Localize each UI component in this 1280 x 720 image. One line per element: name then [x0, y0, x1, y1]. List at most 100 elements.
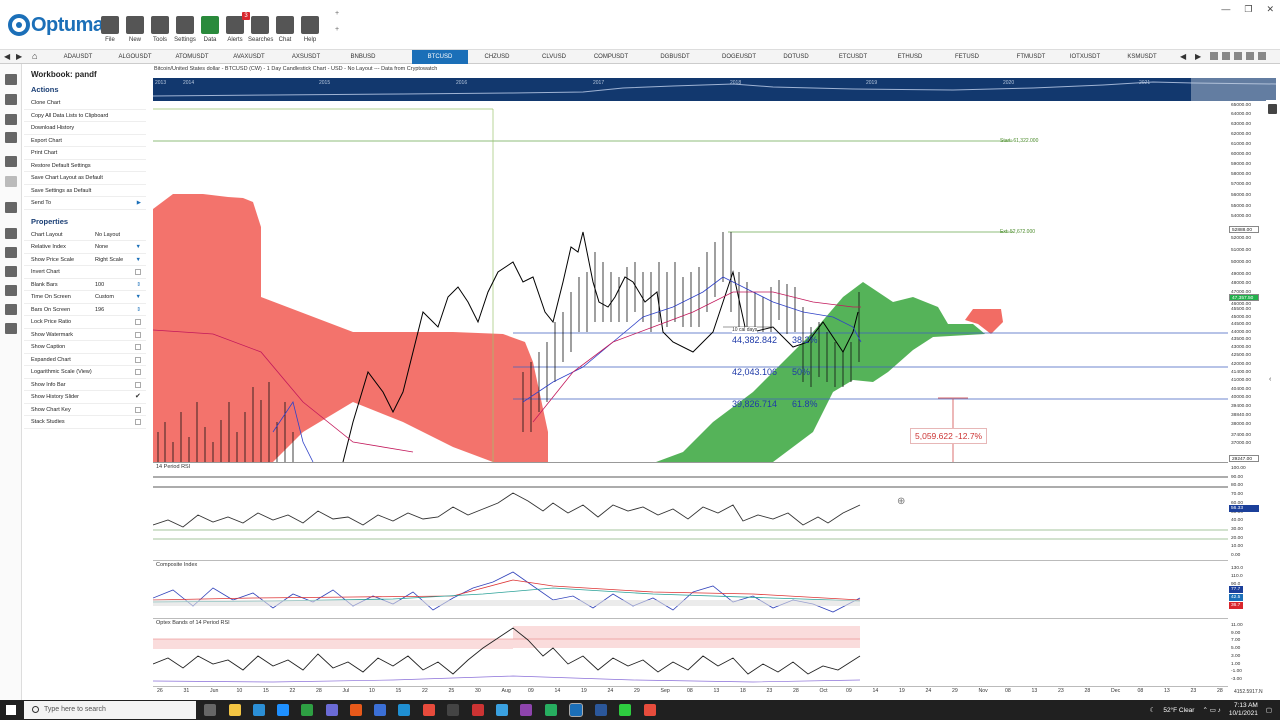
tab-symbol[interactable]: COMPUSDT: [583, 50, 639, 64]
action-save-settings-default[interactable]: Save Settings as Default: [24, 185, 146, 197]
tab-symbol[interactable]: AVAXUSDT: [221, 50, 277, 64]
prop-show-watermark[interactable]: Show Watermark: [24, 329, 146, 341]
tab-symbol[interactable]: FETUSD: [939, 50, 995, 64]
composite-chart[interactable]: [153, 568, 1228, 620]
app-icon[interactable]: [326, 704, 338, 716]
app-icon[interactable]: [447, 704, 459, 716]
store-icon[interactable]: [253, 704, 265, 716]
tray-icons[interactable]: ⌃ ▭ ♪: [1202, 706, 1220, 714]
chrome-browser-icon[interactable]: [423, 704, 435, 716]
tab-symbol[interactable]: ETHUSD: [882, 50, 938, 64]
checkbox[interactable]: [135, 381, 141, 388]
tab-symbol[interactable]: BNBUSD: [335, 50, 391, 64]
alerts-button[interactable]: Alerts: [223, 16, 247, 43]
maps-icon[interactable]: [301, 704, 313, 716]
add-tab-icon[interactable]: +: [335, 26, 339, 33]
edge-browser-icon[interactable]: [398, 704, 410, 716]
checkbox[interactable]: [135, 369, 141, 375]
brave-browser-icon[interactable]: [350, 704, 362, 716]
chat-button[interactable]: Chat: [273, 16, 297, 43]
scroll-left-icon[interactable]: ◀: [1180, 52, 1186, 61]
lock-icon[interactable]: [5, 247, 17, 258]
prop-blank-bars[interactable]: Blank Bars 100 ⇕: [24, 279, 146, 292]
redo-icon[interactable]: [5, 176, 17, 187]
composite-scale[interactable]: 130.0110.090.070.050.030.077.742.536.7: [1228, 566, 1264, 618]
save-icon[interactable]: [5, 114, 17, 125]
prop-log-scale[interactable]: Logarithmic Scale (View): [24, 366, 146, 379]
tab-symbol-active[interactable]: BTCUSD: [412, 50, 468, 64]
add-tab-icon[interactable]: +: [335, 10, 339, 17]
open-icon[interactable]: [5, 94, 17, 105]
minimize-icon[interactable]: —: [1221, 4, 1230, 15]
rsi-chart[interactable]: [153, 475, 1228, 560]
prop-expanded-chart[interactable]: Expanded Chart: [24, 354, 146, 366]
tab-symbol[interactable]: DOGEUSDT: [711, 50, 767, 64]
calculator-icon[interactable]: [5, 323, 17, 334]
checkmark-icon[interactable]: ✔: [135, 391, 141, 400]
data-button[interactable]: Data: [198, 16, 222, 43]
spinner-icon[interactable]: ⇕: [136, 279, 141, 292]
action-export-chart[interactable]: Export Chart: [24, 135, 146, 147]
tab-symbol[interactable]: ETCUSDT: [825, 50, 881, 64]
prop-invert-chart[interactable]: Invert Chart: [24, 266, 146, 279]
print-icon[interactable]: [5, 132, 17, 143]
close-chart-icon[interactable]: [1258, 52, 1266, 60]
weather-text[interactable]: 52°F Clear: [1163, 707, 1194, 714]
checkbox[interactable]: [135, 419, 141, 425]
tab-symbol[interactable]: CLVUSD: [526, 50, 582, 64]
new-button[interactable]: New: [123, 16, 147, 43]
tile-icon[interactable]: [1246, 52, 1254, 60]
windows-start-icon[interactable]: [6, 705, 16, 715]
notifications-icon[interactable]: ▢: [1266, 706, 1272, 714]
mail-icon[interactable]: [277, 704, 289, 716]
taskbar-search-input[interactable]: Type here to search: [24, 701, 196, 719]
layout-icon[interactable]: [1222, 52, 1230, 60]
prop-show-history-slider[interactable]: Show History Slider ✔: [24, 391, 146, 404]
clock[interactable]: 7:13 AM 10/1/2021: [1229, 702, 1258, 718]
checkbox[interactable]: [135, 406, 141, 413]
optuma-taskbar-icon[interactable]: [569, 703, 583, 717]
back-arrow-icon[interactable]: ◀: [4, 52, 10, 61]
action-send-to[interactable]: Send To ▶: [24, 197, 146, 210]
restore-icon[interactable]: ❐: [1244, 4, 1252, 15]
history-window-handle[interactable]: [1191, 78, 1276, 101]
checkbox[interactable]: [135, 356, 141, 363]
tab-symbol[interactable]: ATOMUSDT: [164, 50, 220, 64]
prop-lock-price-ratio[interactable]: Lock Price Ratio: [24, 316, 146, 329]
rsi-scale[interactable]: 100.00 90.00 80.00 70.00 60.00 50.00 40.00 30.0…: [1228, 466, 1264, 561]
tab-symbol[interactable]: ALGOUSDT: [107, 50, 163, 64]
crosshair-icon[interactable]: [5, 228, 17, 239]
action-restore-defaults[interactable]: Restore Default Settings: [24, 160, 146, 172]
grid-icon[interactable]: [1210, 52, 1218, 60]
tab-symbol[interactable]: ADAUSDT: [50, 50, 106, 64]
list-icon[interactable]: [5, 74, 17, 85]
history-slider[interactable]: 2013 2014 2015 2016 2017 2018 2019 2020 …: [153, 78, 1276, 101]
scroll-right-icon[interactable]: ▶: [1195, 52, 1201, 61]
app-icon[interactable]: [619, 704, 631, 716]
app-icon[interactable]: [520, 704, 532, 716]
checkbox[interactable]: [135, 331, 141, 338]
prop-show-chart-key[interactable]: Show Chart Key: [24, 404, 146, 416]
tab-symbol[interactable]: DOTUSD: [768, 50, 824, 64]
checkbox[interactable]: [135, 344, 141, 350]
draw-tool-icon[interactable]: [5, 202, 17, 213]
prop-chart-layout[interactable]: Chart Layout No Layout: [24, 229, 146, 241]
tab-symbol[interactable]: KSMUSDT: [1114, 50, 1170, 64]
help-button[interactable]: Help: [298, 16, 322, 43]
tab-symbol[interactable]: CHZUSD: [469, 50, 525, 64]
settings-button[interactable]: Settings: [173, 16, 197, 43]
layers-icon[interactable]: [5, 304, 17, 315]
app-icon[interactable]: [644, 704, 656, 716]
undo-icon[interactable]: [5, 156, 17, 167]
file-explorer-icon[interactable]: [229, 704, 241, 716]
home-icon[interactable]: ⌂: [32, 51, 37, 61]
app-icon[interactable]: [496, 704, 508, 716]
forward-arrow-icon[interactable]: ▶: [16, 52, 22, 61]
prop-show-caption[interactable]: Show Caption: [24, 341, 146, 354]
magnet-icon[interactable]: [5, 285, 17, 296]
app-icon[interactable]: [472, 704, 484, 716]
prop-show-info-bar[interactable]: Show Info Bar: [24, 379, 146, 391]
action-clone-chart[interactable]: Clone Chart: [24, 97, 146, 110]
prop-relative-index[interactable]: Relative Index None ▼: [24, 241, 146, 254]
action-download-history[interactable]: Download History: [24, 122, 146, 135]
